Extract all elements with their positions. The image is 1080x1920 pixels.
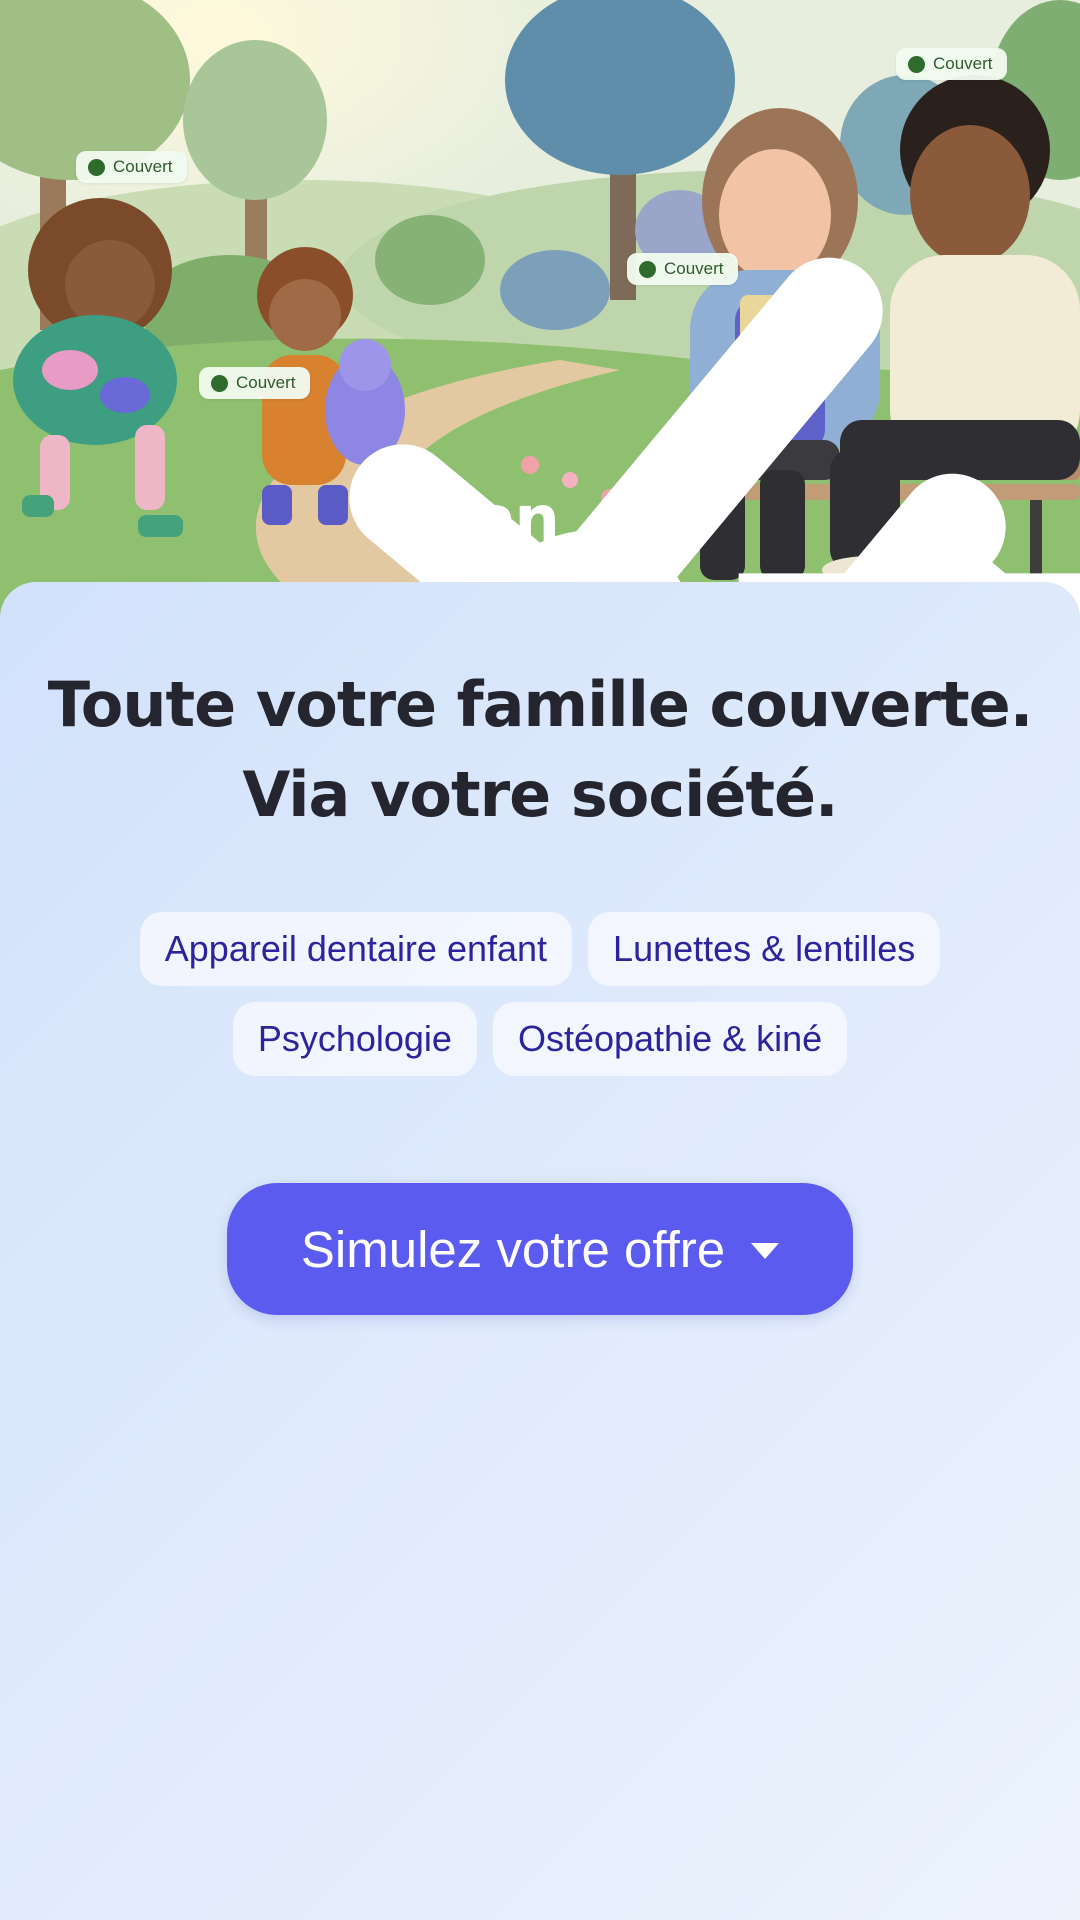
chip-appareil-dentaire-enfant[interactable]: Appareil dentaire enfant [139, 912, 573, 986]
chip-osteopathie-kine[interactable]: Ostéopathie & kiné [492, 1002, 848, 1076]
chevron-down-icon [751, 1243, 780, 1259]
covered-badge: Couvert [896, 48, 1007, 80]
check-circle-icon [908, 55, 925, 73]
headline-line-1: Toute votre famille couverte. [47, 668, 1034, 741]
hero-illustration: Couvert Couvert Couvert Couvert alan [0, 0, 1080, 640]
covered-badge: Couvert [199, 367, 1006, 640]
coverage-chips: Appareil dentaire enfant Lunettes & lent… [40, 912, 1040, 1076]
simulate-offer-label: Simulez votre offre [300, 1220, 726, 1278]
headline-line-2: Via votre société. [242, 758, 838, 831]
check-circle-icon [639, 260, 1080, 640]
chip-lunettes-lentilles[interactable]: Lunettes & lentilles [588, 912, 941, 986]
main-card: Toute votre famille couverte. Via votre … [0, 582, 1080, 1920]
simulate-offer-button[interactable]: Simulez votre offre [227, 1183, 853, 1315]
check-circle-icon [211, 374, 1006, 640]
check-circle-icon [88, 158, 883, 640]
chip-psychologie[interactable]: Psychologie [232, 1002, 477, 1076]
page-title: Toute votre famille couverte. Via votre … [0, 660, 1080, 840]
covered-badge: Couvert [76, 151, 883, 640]
covered-badge: Couvert [627, 253, 1080, 640]
alan-logo: alan [412, 488, 1080, 640]
